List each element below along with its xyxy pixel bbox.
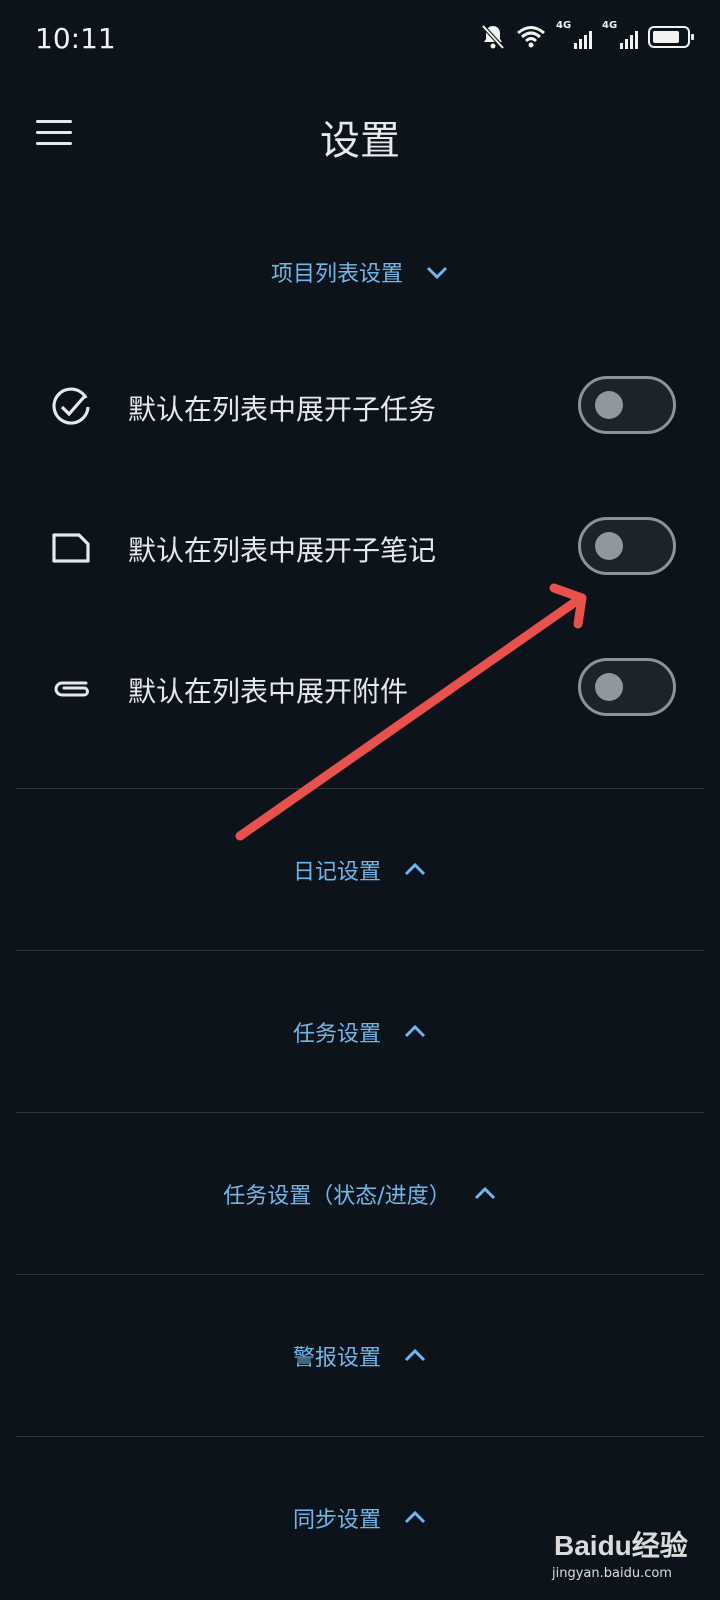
watermark-brand: Baidu经验 [554,1530,688,1561]
baidu-jingyan-watermark: Baidu经验 jingyan.baidu.com [548,1518,708,1590]
watermark-url: jingyan.baidu.com [552,1566,672,1581]
annotation-arrow [235,583,587,841]
